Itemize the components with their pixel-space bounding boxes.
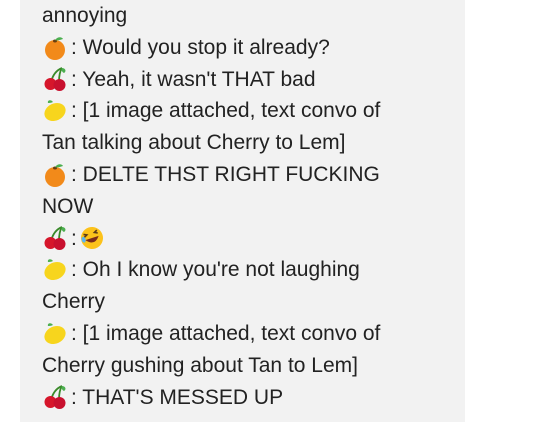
line-text: : DELTE THST RIGHT FUCKING xyxy=(71,162,380,186)
line-text: : Oh I know you're not laughing xyxy=(71,258,360,282)
line-8: : xyxy=(42,223,457,255)
line-1: annoying xyxy=(42,0,457,32)
orange-icon xyxy=(42,162,68,188)
line-text: : [1 image attached, text convo of xyxy=(71,99,381,123)
line-6: : DELTE THST RIGHT FUCKING xyxy=(42,159,457,191)
laughing-face-icon xyxy=(79,225,105,251)
cherry-icon xyxy=(42,384,68,410)
line-text: Cherry xyxy=(42,290,106,314)
lemon-icon xyxy=(42,257,68,283)
line-text: NOW xyxy=(42,194,94,218)
line-13: : THAT'S MESSED UP xyxy=(42,382,457,414)
line-text: Cherry gushing about Tan to Lem] xyxy=(42,353,358,377)
line-text: : [1 image attached, text convo of xyxy=(71,321,381,345)
line-text: : THAT'S MESSED UP xyxy=(71,385,284,409)
cherry-icon xyxy=(42,225,68,251)
line-7: NOW xyxy=(42,191,457,223)
cherry-icon xyxy=(42,66,68,92)
lemon-icon xyxy=(42,98,68,124)
line-10: Cherry xyxy=(42,286,457,318)
line-text: : Yeah, it wasn't THAT bad xyxy=(71,67,316,91)
line-12: Cherry gushing about Tan to Lem] xyxy=(42,350,457,382)
line-text: annoying xyxy=(42,4,128,27)
orange-icon xyxy=(42,35,68,61)
line-text: : Would you stop it already? xyxy=(71,35,330,59)
line-3: : Yeah, it wasn't THAT bad xyxy=(42,64,457,96)
line-2: : Would you stop it already? xyxy=(42,32,457,64)
line-9: : Oh I know you're not laughing xyxy=(42,254,457,286)
chat-transcript: annoying : Would you stop it already? : … xyxy=(42,0,457,413)
line-5: Tan talking about Cherry to Lem] xyxy=(42,127,457,159)
line-text: Tan talking about Cherry to Lem] xyxy=(42,131,346,155)
line-11: : [1 image attached, text convo of xyxy=(42,318,457,350)
line-4: : [1 image attached, text convo of xyxy=(42,95,457,127)
line-text: : xyxy=(71,226,77,250)
lemon-icon xyxy=(42,321,68,347)
